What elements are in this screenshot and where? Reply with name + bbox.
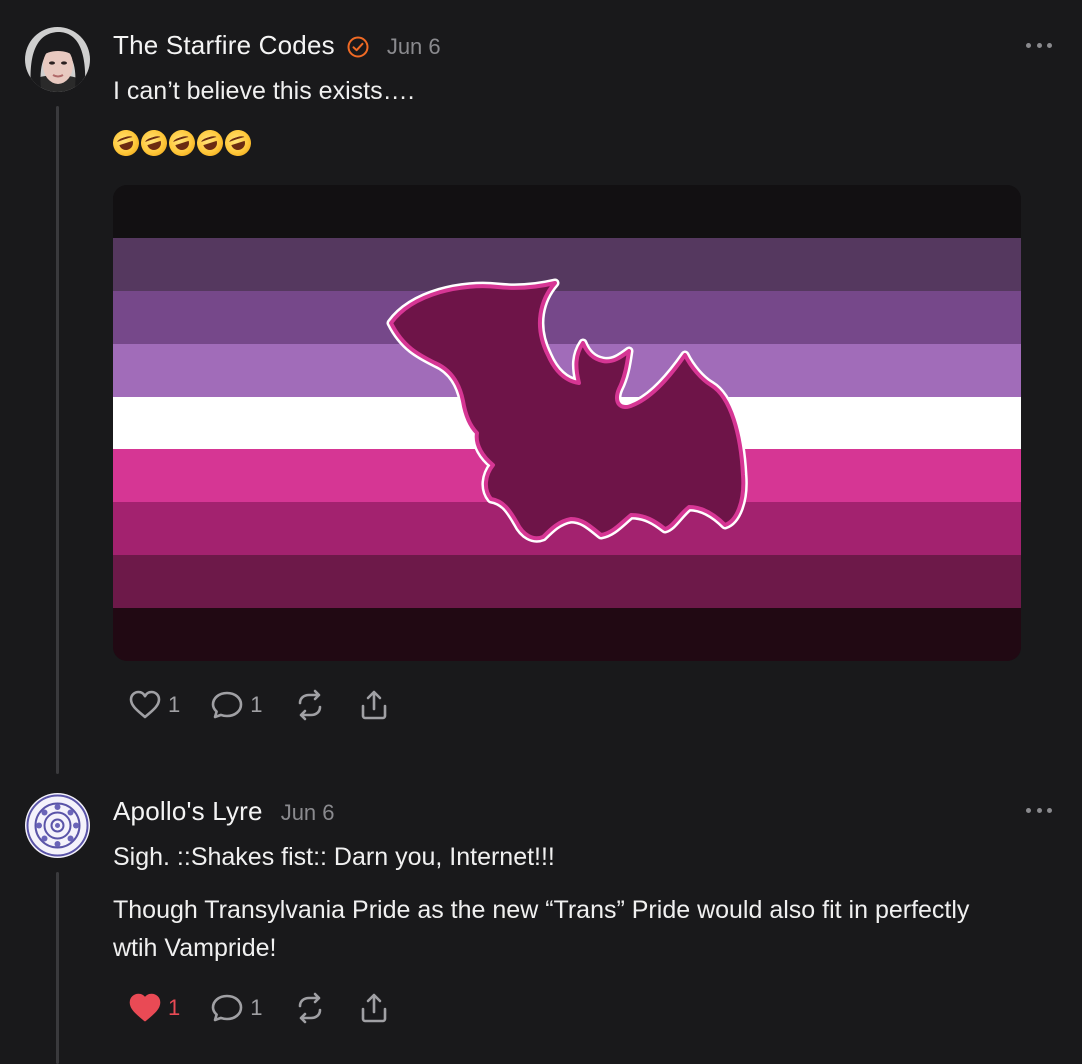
- post-actions: 1 1: [128, 992, 421, 1024]
- post-text: I can’t believe this exists….: [113, 77, 415, 105]
- bat-illustration: [386, 278, 748, 543]
- reply-button[interactable]: 1: [210, 992, 263, 1024]
- author-name[interactable]: The Starfire Codes: [113, 30, 335, 61]
- like-button[interactable]: 1: [128, 689, 180, 721]
- like-button[interactable]: 1: [128, 992, 180, 1024]
- feed: The Starfire Codes Jun 6 I can’t believe…: [0, 0, 1082, 1064]
- comment-icon: [211, 994, 243, 1022]
- share-button[interactable]: [357, 689, 391, 721]
- avatar[interactable]: [25, 27, 90, 92]
- rolling-laughing-emoji-icon: [193, 126, 227, 160]
- post-header: The Starfire Codes Jun 6: [113, 30, 441, 61]
- verified-badge-icon: [347, 36, 369, 58]
- post-date[interactable]: Jun 6: [387, 34, 441, 60]
- post-text-paragraph-2: Though Transylvania Pride as the new “Tr…: [113, 896, 970, 962]
- thread-line: [56, 106, 59, 774]
- rolling-laughing-emoji-icon: [109, 126, 143, 160]
- rolling-laughing-emoji-icon: [221, 126, 255, 160]
- restack-button[interactable]: [293, 992, 327, 1024]
- thread-line: [56, 872, 59, 1064]
- share-button[interactable]: [357, 992, 391, 1024]
- reply-count: 1: [250, 995, 263, 1020]
- emoji-row: [109, 126, 255, 160]
- post-header: Apollo's Lyre Jun 6: [113, 796, 335, 827]
- reply-count: 1: [250, 692, 263, 717]
- rolling-laughing-emoji-icon: [137, 126, 171, 160]
- author-name[interactable]: Apollo's Lyre: [113, 796, 263, 827]
- comment-icon: [211, 691, 243, 719]
- rolling-laughing-emoji-icon: [165, 126, 199, 160]
- like-count: 1: [168, 995, 181, 1020]
- post-actions: 1 1: [128, 689, 421, 721]
- restack-icon: [298, 689, 321, 721]
- post-image[interactable]: [113, 185, 1021, 661]
- like-count: 1: [168, 692, 181, 717]
- share-icon: [361, 690, 386, 720]
- post-text: Sigh. ::Shakes fist:: Darn you, Internet…: [113, 843, 555, 871]
- more-options-icon[interactable]: [1026, 41, 1052, 49]
- heart-icon: [129, 690, 161, 719]
- heart-filled-icon: [129, 993, 161, 1022]
- restack-icon: [298, 992, 321, 1024]
- more-options-icon[interactable]: [1026, 806, 1052, 814]
- avatar[interactable]: [25, 793, 90, 858]
- share-icon: [361, 993, 386, 1023]
- post-date[interactable]: Jun 6: [281, 800, 335, 826]
- reply-button[interactable]: 1: [210, 689, 263, 721]
- restack-button[interactable]: [293, 689, 327, 721]
